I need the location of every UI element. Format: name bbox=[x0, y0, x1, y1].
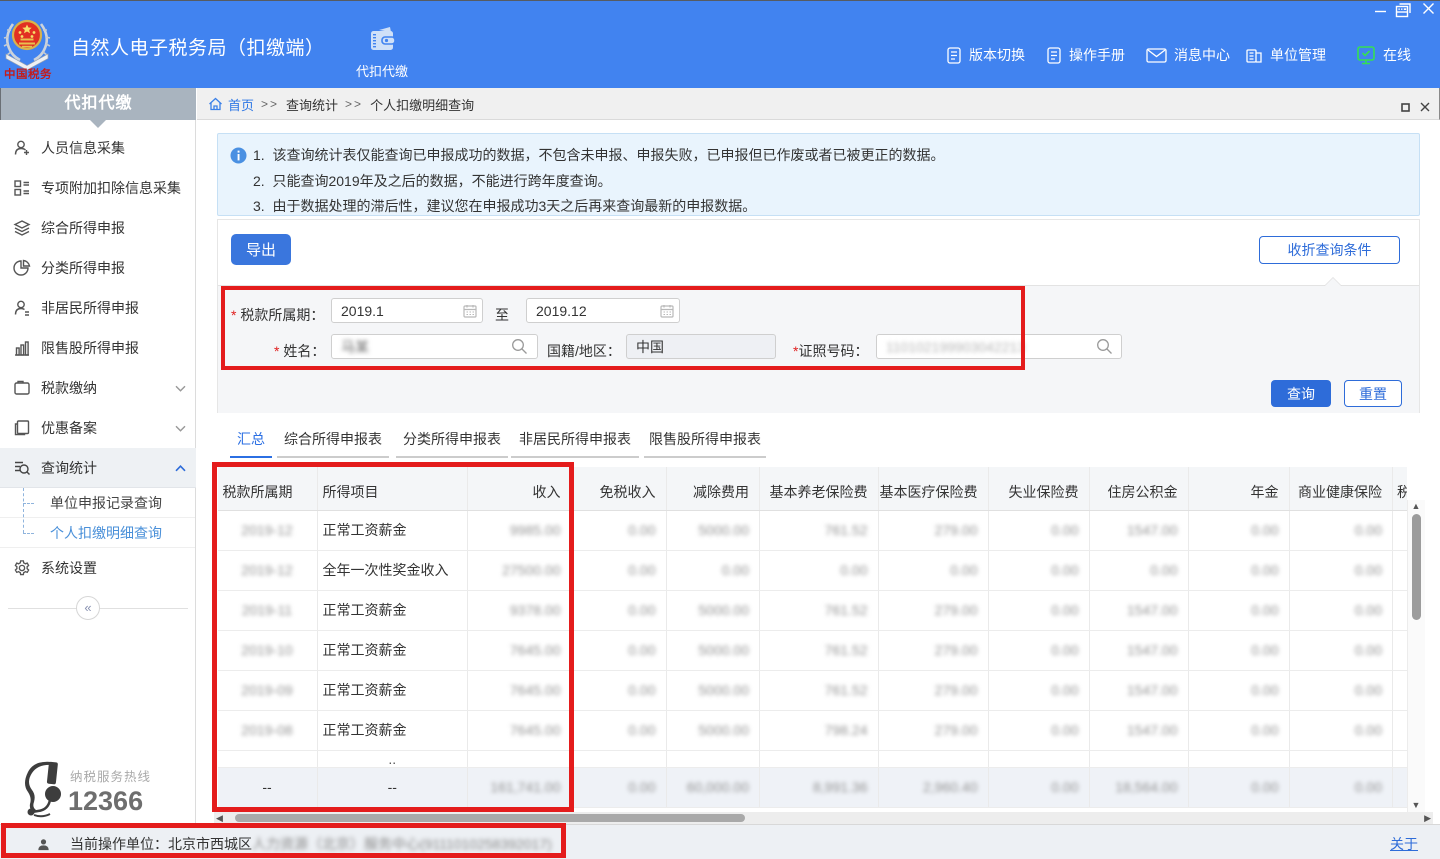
svg-text:国: 国 bbox=[16, 67, 28, 79]
svg-text:中: 中 bbox=[4, 67, 16, 79]
svg-text:税: 税 bbox=[28, 67, 40, 79]
svg-text:务: 务 bbox=[40, 67, 52, 79]
